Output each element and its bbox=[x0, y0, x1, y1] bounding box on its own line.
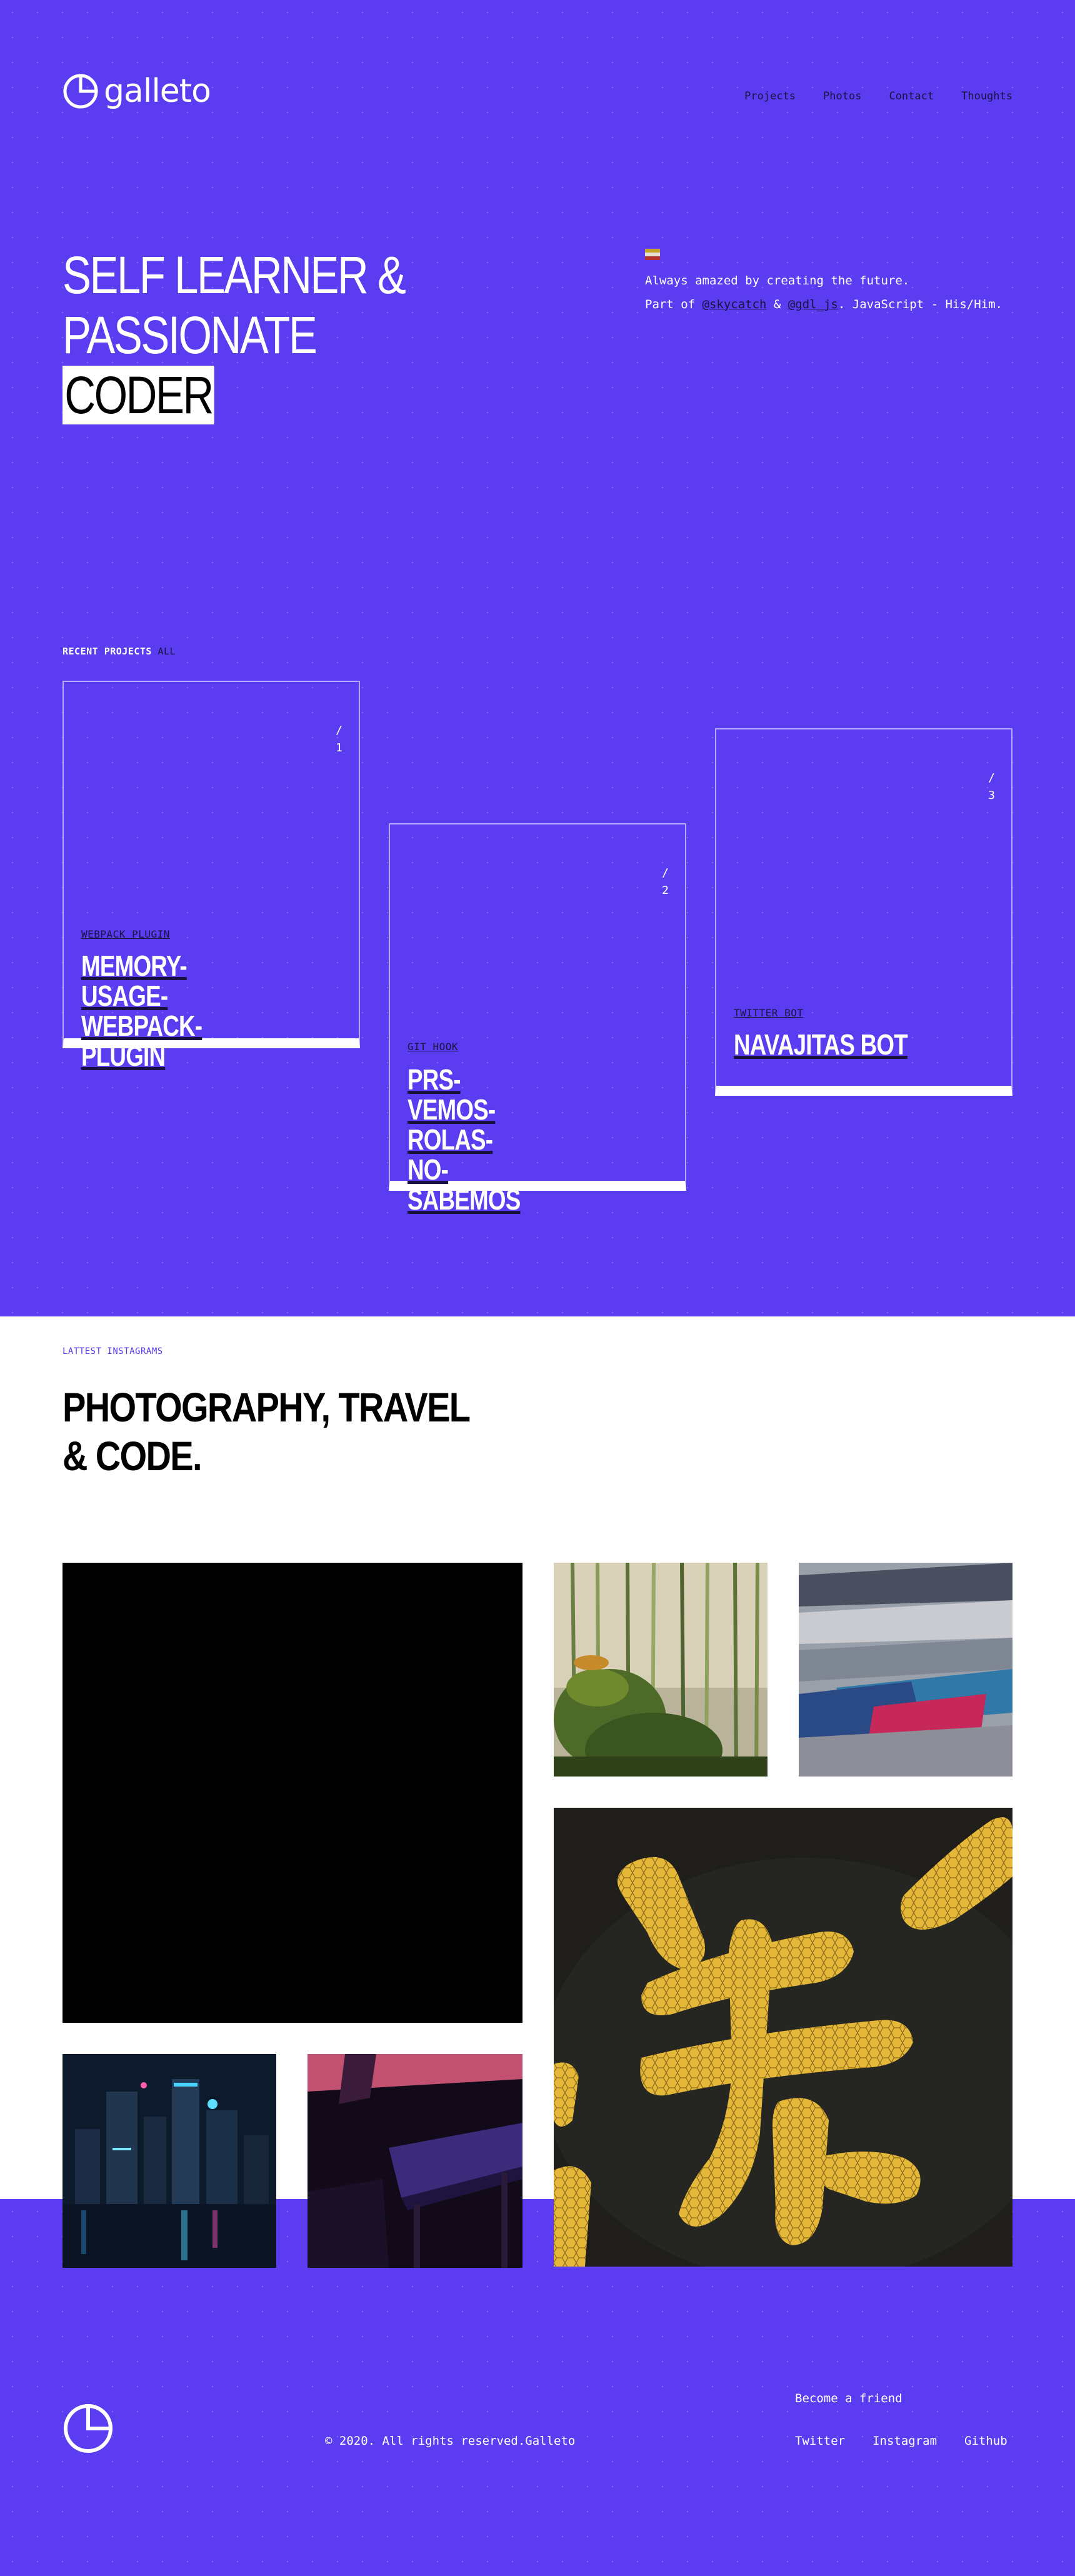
project-number-value: 1 bbox=[336, 741, 342, 754]
project-category[interactable]: TWITTER BOT bbox=[734, 1007, 803, 1019]
hero-section: galleto Projects Photos Contact Thoughts… bbox=[0, 0, 1075, 1316]
instagram-photo-bench[interactable] bbox=[308, 2054, 522, 2268]
nav-projects[interactable]: Projects bbox=[744, 90, 796, 103]
instagram-photo-bamboo[interactable] bbox=[554, 1563, 768, 1777]
project-card-number: / 3 bbox=[988, 769, 995, 804]
galleto-logo-icon bbox=[63, 74, 98, 109]
nav-photos[interactable]: Photos bbox=[823, 90, 861, 103]
hero-headline: SELF LEARNER & PASSIONATE CODER bbox=[62, 245, 406, 425]
instagram-photo-flags[interactable] bbox=[799, 1563, 1012, 1777]
bamboo-image bbox=[554, 1563, 768, 1777]
recent-projects-text: RECENT PROJECTS bbox=[62, 646, 152, 657]
twitter-link[interactable]: Twitter bbox=[795, 2434, 845, 2448]
nav-thoughts[interactable]: Thoughts bbox=[961, 90, 1012, 103]
hero-intro: Always amazed by creating the future. Pa… bbox=[645, 269, 1002, 316]
project-card-1[interactable]: / 1 WEBPACK PLUGIN MEMORY-USAGE-WEBPACK-… bbox=[62, 681, 360, 1071]
all-projects-link[interactable]: ALL bbox=[158, 646, 176, 657]
project-category[interactable]: GIT HOOK bbox=[408, 1041, 458, 1053]
instagram-photo-calligraphy[interactable] bbox=[554, 1808, 1012, 2267]
project-card-number: / 1 bbox=[336, 722, 342, 757]
project-number-slash: / bbox=[988, 771, 995, 784]
project-card-2[interactable]: / 2 GIT HOOK PRS-VEMOS-ROLAS-NO-SABEMOS bbox=[389, 823, 686, 1215]
recent-projects-label: RECENT PROJECTS ALL bbox=[62, 646, 176, 657]
intro-and: & bbox=[766, 298, 788, 311]
instagram-photo-black[interactable] bbox=[62, 1563, 522, 2023]
github-link[interactable]: Github bbox=[964, 2434, 1008, 2448]
project-title[interactable]: MEMORY-USAGE-WEBPACK-PLUGIN bbox=[81, 951, 271, 1071]
mexico-flag-icon bbox=[645, 249, 660, 260]
intro-line-2: Part of @skycatch & @gdl_js. JavaScript … bbox=[645, 293, 1002, 316]
intro-part-of: Part of bbox=[645, 298, 702, 311]
galleto-logo-icon[interactable] bbox=[62, 2403, 114, 2454]
brand-logo[interactable]: galleto bbox=[62, 73, 211, 110]
intro-line-1: Always amazed by creating the future. bbox=[645, 274, 910, 288]
become-friend-label: Become a friend bbox=[795, 2392, 902, 2405]
project-number-value: 2 bbox=[662, 884, 669, 897]
main-nav: Projects Photos Contact Thoughts bbox=[744, 90, 1012, 103]
bench-image bbox=[308, 2054, 522, 2268]
instagram-title: PHOTOGRAPHY, TRAVEL & CODE. bbox=[62, 1384, 470, 1479]
project-title[interactable]: NAVAJITAS BOT bbox=[734, 1030, 954, 1060]
social-links: Twitter Instagram Github bbox=[795, 2434, 1008, 2448]
gdljs-link[interactable]: @gdl_js bbox=[788, 298, 838, 311]
flags-image bbox=[799, 1563, 1012, 1777]
instagram-photo-city[interactable] bbox=[62, 2054, 276, 2268]
headline-line-1: SELF LEARNER & bbox=[62, 246, 406, 304]
headline-line-2: PASSIONATE bbox=[62, 306, 318, 364]
project-number-value: 3 bbox=[988, 789, 995, 802]
nav-contact[interactable]: Contact bbox=[889, 90, 934, 103]
project-title[interactable]: PRS-VEMOS-ROLAS-NO-SABEMOS bbox=[408, 1065, 532, 1215]
intro-rest: . JavaScript - His/Him. bbox=[838, 298, 1002, 311]
project-number-slash: / bbox=[662, 866, 669, 880]
project-number-slash: / bbox=[336, 724, 342, 737]
instagram-link[interactable]: Instagram bbox=[872, 2434, 937, 2448]
copyright-text: © 2020. All rights reserved.Galleto bbox=[325, 2434, 576, 2448]
city-image bbox=[62, 2054, 276, 2268]
brand-name: galleto bbox=[104, 73, 211, 110]
project-category[interactable]: WEBPACK PLUGIN bbox=[81, 928, 170, 940]
project-card-3[interactable]: / 3 TWITTER BOT NAVAJITAS BOT bbox=[715, 728, 1012, 1096]
instagram-label: LATTEST INSTAGRAMS bbox=[62, 1346, 163, 1356]
calligraphy-image bbox=[554, 1808, 1012, 2267]
skycatch-link[interactable]: @skycatch bbox=[702, 298, 767, 311]
headline-line-3-highlight: CODER bbox=[62, 366, 215, 424]
project-card-number: / 2 bbox=[662, 865, 669, 900]
